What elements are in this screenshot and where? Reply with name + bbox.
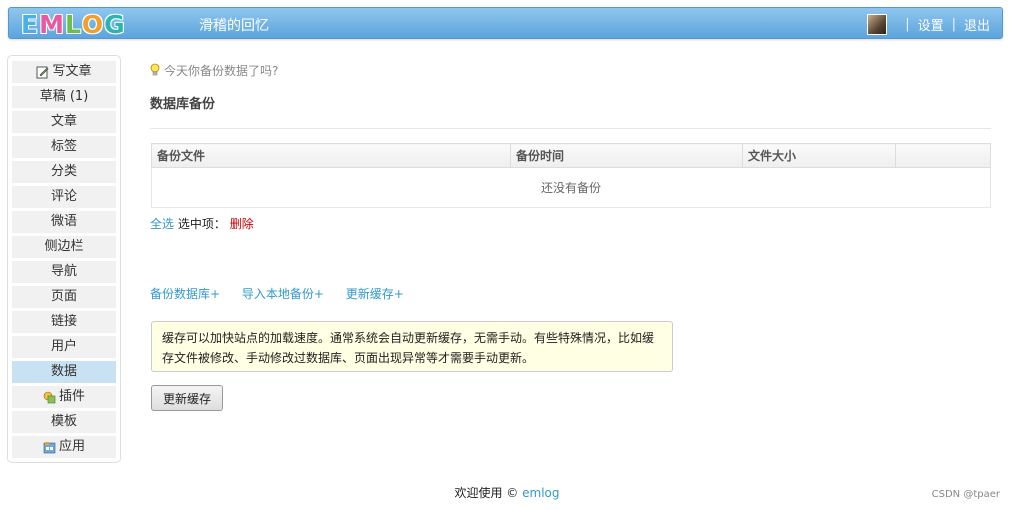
separator: | (905, 16, 910, 32)
logo-letter-g: G (104, 9, 126, 39)
sidebar-item-label: 数据 (50, 364, 77, 379)
tip-text: 今天你备份数据了吗? (164, 63, 279, 78)
backup-database-link[interactable]: 备份数据库+ (150, 287, 220, 301)
sidebar-item-articles[interactable]: 文章 (12, 111, 116, 133)
table-header-row: 备份文件 备份时间 文件大小 (151, 143, 991, 168)
sidebar-item-label: 应用 (58, 439, 85, 454)
logo-letter-l: L (64, 9, 82, 39)
sidebar-nav: 写文章 草稿 (1) 文章 标签 分类 评论 微语 侧边栏 导航 页面 链接 用… (7, 55, 121, 463)
header-user-menu: | 设置 | 退出 (867, 13, 990, 35)
sidebar-item-label: 插件 (58, 389, 85, 404)
logout-link[interactable]: 退出 (964, 15, 990, 34)
sidebar-item-label: 标签 (50, 139, 77, 154)
sidebar-item-categories[interactable]: 分类 (12, 161, 116, 183)
watermark: CSDN @tpaer (931, 489, 1000, 500)
sidebar-item-label: 导航 (50, 264, 77, 279)
sidebar-item-label: 页面 (50, 289, 77, 304)
sidebar-item-label: 侧边栏 (44, 239, 84, 254)
cache-notice: 缓存可以加快站点的加载速度。通常系统会自动更新缓存，无需手动。有些特殊情况，比如… (151, 321, 673, 372)
sidebar-item-pages[interactable]: 页面 (12, 286, 116, 308)
backup-tip: 今天你备份数据了吗? (150, 60, 992, 80)
top-header: E M L O G 滑稽的回忆 | 设置 | 退出 (8, 7, 1003, 39)
sidebar-item-users[interactable]: 用户 (12, 336, 116, 358)
col-backup-file: 备份文件 (151, 143, 511, 168)
sidebar-item-label: 评论 (50, 189, 77, 204)
delete-link[interactable]: 删除 (230, 217, 254, 231)
edit-icon (36, 66, 49, 78)
backup-actions: 备份数据库+ 导入本地备份+ 更新缓存+ (150, 285, 422, 302)
bulk-actions: 全选 选中项： 删除 (150, 215, 254, 232)
sidebar-item-plugins[interactable]: 插件 (12, 386, 116, 408)
divider (150, 128, 991, 129)
sidebar-item-apps[interactable]: 应用 (12, 436, 116, 458)
emlog-logo[interactable]: E M L O G (21, 9, 126, 39)
col-file-size: 文件大小 (742, 143, 896, 168)
sidebar-item-label: 模板 (50, 414, 77, 429)
site-title[interactable]: 滑稽的回忆 (199, 15, 269, 35)
logo-letter-e: E (21, 9, 40, 39)
update-cache-link[interactable]: 更新缓存+ (346, 287, 404, 301)
select-all-link[interactable]: 全选 (150, 217, 174, 231)
sidebar-item-templates[interactable]: 模板 (12, 411, 116, 433)
app-icon (43, 441, 56, 453)
avatar[interactable] (867, 13, 888, 35)
sidebar-item-navigation[interactable]: 导航 (12, 261, 116, 283)
sidebar-item-label: 链接 (50, 314, 77, 329)
sidebar-item-label: 用户 (50, 339, 77, 354)
main-content: 今天你备份数据了吗? 数据库备份 备份文件 备份时间 文件大小 还没有备份 全选… (150, 60, 992, 411)
sidebar-item-comments[interactable]: 评论 (12, 186, 116, 208)
sidebar-item-label: 微语 (50, 214, 77, 229)
import-local-backup-link[interactable]: 导入本地备份+ (242, 287, 324, 301)
logo-letter-m: M (39, 9, 65, 39)
sidebar-item-data[interactable]: 数据 (12, 361, 116, 383)
sidebar-item-sidebar[interactable]: 侧边栏 (12, 236, 116, 258)
logo-letter-o: O (81, 9, 105, 39)
sidebar-item-label: 分类 (50, 164, 77, 179)
sidebar-item-tags[interactable]: 标签 (12, 136, 116, 158)
update-cache-button[interactable]: 更新缓存 (151, 385, 223, 411)
emlog-link[interactable]: emlog (522, 486, 559, 500)
settings-link[interactable]: 设置 (918, 15, 944, 34)
sidebar-item-links[interactable]: 链接 (12, 311, 116, 333)
lightbulb-icon (150, 63, 160, 76)
sidebar-item-label: 草稿 (1) (39, 89, 89, 104)
sidebar-item-write-article[interactable]: 写文章 (12, 61, 116, 83)
sidebar-item-drafts[interactable]: 草稿 (1) (12, 86, 116, 108)
col-backup-time: 备份时间 (510, 143, 743, 168)
col-actions (895, 143, 991, 168)
backup-table: 备份文件 备份时间 文件大小 还没有备份 (151, 143, 991, 208)
sidebar-item-label: 文章 (50, 114, 77, 129)
separator: | (951, 16, 956, 32)
plugin-icon (43, 391, 56, 403)
empty-state: 还没有备份 (151, 167, 991, 208)
page-title: 数据库备份 (150, 97, 216, 112)
sidebar-item-twitter[interactable]: 微语 (12, 211, 116, 233)
footer: 欢迎使用 © emlog (0, 484, 1014, 501)
footer-welcome: 欢迎使用 © (454, 486, 519, 500)
selected-items-label: 选中项： (177, 217, 226, 231)
table-row: 还没有备份 (151, 167, 991, 208)
sidebar-item-label: 写文章 (52, 64, 92, 79)
